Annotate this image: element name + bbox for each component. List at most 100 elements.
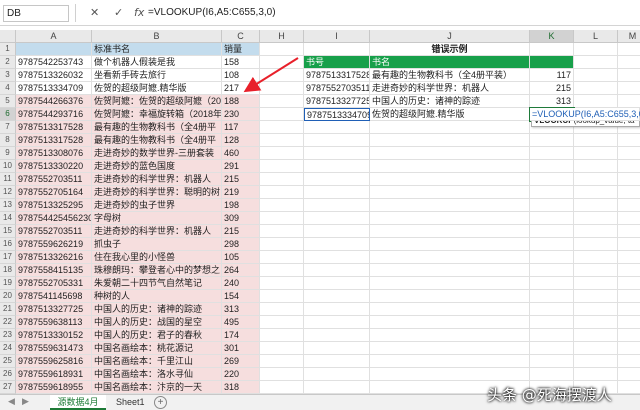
row-header[interactable]: 3 bbox=[0, 69, 16, 82]
cell-isbn[interactable]: 9787513330220 bbox=[16, 160, 92, 173]
cell[interactable] bbox=[260, 355, 304, 368]
cell-isbn[interactable]: 9787513334709 bbox=[16, 82, 92, 95]
cell-isbn[interactable]: 9787542253743 bbox=[16, 56, 92, 69]
cell[interactable] bbox=[574, 43, 618, 56]
column-header-l[interactable]: L bbox=[574, 30, 618, 43]
cell-title[interactable]: 中国名画绘本：洛水寻仙 bbox=[92, 368, 222, 381]
cell-title[interactable]: 中国名画绘本：汴京的一天 bbox=[92, 381, 222, 394]
cell-lookup-title[interactable]: 最有趣的生物教科书（全4册平装） bbox=[370, 69, 530, 82]
cell[interactable] bbox=[618, 303, 640, 316]
cell[interactable] bbox=[260, 173, 304, 186]
cell[interactable] bbox=[574, 264, 618, 277]
cell-isbn[interactable]: 9787552703511 bbox=[16, 173, 92, 186]
cell[interactable] bbox=[530, 147, 574, 160]
cell[interactable] bbox=[260, 56, 304, 69]
column-header-a[interactable]: A bbox=[16, 30, 92, 43]
cell-lookup-isbn[interactable]: 9787552703511 bbox=[304, 82, 370, 95]
cell[interactable] bbox=[574, 173, 618, 186]
cell[interactable] bbox=[618, 212, 640, 225]
cell[interactable] bbox=[304, 342, 370, 355]
cell-sales[interactable]: 188 bbox=[222, 95, 260, 108]
column-header-m[interactable]: M bbox=[618, 30, 640, 43]
row-header[interactable]: 19 bbox=[0, 277, 16, 290]
cell[interactable] bbox=[370, 264, 530, 277]
cell-isbn[interactable]: 9787513317528 bbox=[16, 121, 92, 134]
cell[interactable] bbox=[304, 43, 370, 56]
row-header[interactable]: 14 bbox=[0, 212, 16, 225]
cell[interactable] bbox=[370, 277, 530, 290]
cell[interactable] bbox=[304, 199, 370, 212]
cell[interactable] bbox=[530, 160, 574, 173]
fx-icon[interactable]: fx bbox=[134, 6, 144, 19]
cell[interactable] bbox=[370, 342, 530, 355]
cell[interactable] bbox=[530, 329, 574, 342]
cell[interactable] bbox=[304, 368, 370, 381]
cell[interactable] bbox=[574, 277, 618, 290]
cell[interactable] bbox=[530, 43, 574, 56]
cell[interactable] bbox=[304, 186, 370, 199]
cell-b-header[interactable]: 标准书名 bbox=[92, 43, 222, 56]
cell[interactable] bbox=[574, 238, 618, 251]
cell[interactable] bbox=[530, 290, 574, 303]
cell[interactable] bbox=[618, 160, 640, 173]
cell-sales[interactable]: 154 bbox=[222, 290, 260, 303]
cell[interactable] bbox=[530, 342, 574, 355]
row-header[interactable]: 22 bbox=[0, 316, 16, 329]
column-header-c[interactable]: C bbox=[222, 30, 260, 43]
cell[interactable] bbox=[530, 264, 574, 277]
cell-lookup-title[interactable]: 走进奇妙的科学世界：机器人 bbox=[370, 82, 530, 95]
name-box[interactable]: DB bbox=[3, 5, 69, 22]
cell[interactable] bbox=[618, 43, 640, 56]
cell[interactable] bbox=[574, 368, 618, 381]
cell-sales[interactable]: 313 bbox=[222, 303, 260, 316]
cell[interactable] bbox=[304, 251, 370, 264]
cell[interactable] bbox=[618, 69, 640, 82]
cell-lookup-title[interactable]: 佐贺的超级阿嬷.精华版 bbox=[370, 108, 530, 121]
cell-sales[interactable]: 264 bbox=[222, 264, 260, 277]
row-header[interactable]: 11 bbox=[0, 173, 16, 186]
cell-sales[interactable]: 220 bbox=[222, 368, 260, 381]
row-header[interactable]: 2 bbox=[0, 56, 16, 69]
cell[interactable] bbox=[370, 303, 530, 316]
cell[interactable] bbox=[260, 329, 304, 342]
cell[interactable] bbox=[618, 355, 640, 368]
cell-sales[interactable]: 309 bbox=[222, 212, 260, 225]
row-header[interactable]: 13 bbox=[0, 199, 16, 212]
cell[interactable] bbox=[370, 316, 530, 329]
cell-sales[interactable]: 108 bbox=[222, 69, 260, 82]
cell[interactable] bbox=[618, 238, 640, 251]
cell-title[interactable]: 最有趣的生物教科书（全4册平 bbox=[92, 134, 222, 147]
cell-title[interactable]: 坐看新手砖去旅行 bbox=[92, 69, 222, 82]
cell[interactable] bbox=[618, 381, 640, 394]
cell[interactable] bbox=[260, 134, 304, 147]
cell[interactable] bbox=[260, 277, 304, 290]
row-header[interactable]: 15 bbox=[0, 225, 16, 238]
cell[interactable] bbox=[530, 186, 574, 199]
cell-isbn[interactable]: 9787513317528 bbox=[16, 134, 92, 147]
cell[interactable] bbox=[304, 303, 370, 316]
row-header[interactable]: 7 bbox=[0, 121, 16, 134]
row-header[interactable]: 6 bbox=[0, 108, 16, 121]
cell[interactable] bbox=[370, 121, 530, 134]
cell-isbn[interactable]: 9787559625816 bbox=[16, 355, 92, 368]
cell-lookup-result[interactable]: =VLOOKUP(I6,A5:C655,3,0) bbox=[530, 108, 640, 121]
cell[interactable] bbox=[260, 225, 304, 238]
row-header[interactable]: 4 bbox=[0, 82, 16, 95]
cell-title[interactable]: 走进奇妙的科学世界：机器人 bbox=[92, 225, 222, 238]
cell-title[interactable]: 走进奇妙的虫子世界 bbox=[92, 199, 222, 212]
cell-title[interactable]: 佐贺的超级阿嬷.精华版 bbox=[92, 82, 222, 95]
cell[interactable] bbox=[618, 251, 640, 264]
cell[interactable] bbox=[370, 329, 530, 342]
cell[interactable] bbox=[260, 82, 304, 95]
sheet-tab-active[interactable]: 源数据4月 bbox=[50, 395, 106, 410]
cell-sales[interactable]: 460 bbox=[222, 147, 260, 160]
cell-sales[interactable]: 269 bbox=[222, 355, 260, 368]
cell[interactable] bbox=[370, 199, 530, 212]
cell[interactable] bbox=[304, 134, 370, 147]
cell[interactable] bbox=[618, 186, 640, 199]
cell-isbn[interactable]: 9787513325295 bbox=[16, 199, 92, 212]
cell[interactable] bbox=[304, 290, 370, 303]
cell-isbn[interactable]: 9787558415135 bbox=[16, 264, 92, 277]
cell-title[interactable]: 中国人的历史：诸神的踪迹 bbox=[92, 303, 222, 316]
cell-isbn[interactable]: 9787513330152 bbox=[16, 329, 92, 342]
